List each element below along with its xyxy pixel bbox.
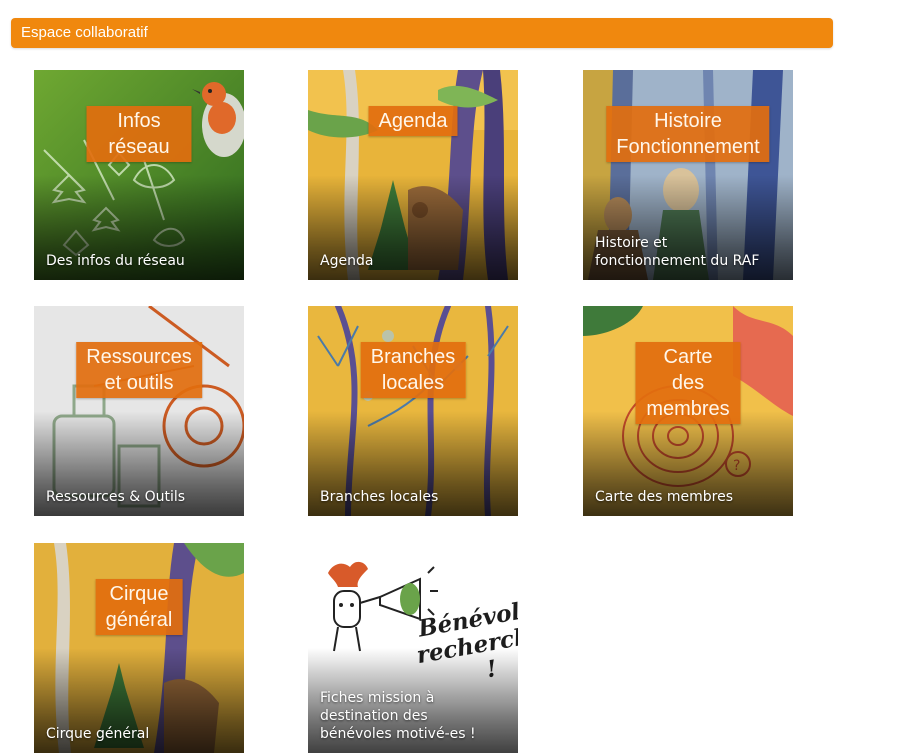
- tile-histoire-fonctionnement[interactable]: Histoire Fonctionnement Histoire et fonc…: [583, 70, 793, 280]
- section-title: Espace collaboratif: [21, 24, 148, 41]
- tile-infos-reseau[interactable]: Infos réseau Des infos du réseau: [34, 70, 244, 280]
- tile-caption: Des infos du réseau: [46, 253, 185, 269]
- section-header: Espace collaboratif: [11, 18, 833, 48]
- tile-badge: Branches locales: [360, 342, 466, 398]
- tile-cirque-general[interactable]: Cirque général Cirque général: [34, 543, 244, 753]
- tile-benevoles[interactable]: Bénévoles recherchés ! Fiches mission à …: [308, 543, 518, 753]
- tile-caption: Cirque général: [46, 726, 150, 742]
- tile-badge: Carte des membres: [635, 342, 741, 424]
- tile-caption: Ressources & Outils: [46, 489, 186, 505]
- tile-badge: Agenda: [368, 106, 458, 136]
- tile-caption: Fiches mission à destination des bénévol…: [320, 690, 476, 742]
- tile-caption: Branches locales: [320, 489, 439, 505]
- tile-branches-locales[interactable]: Branches locales Branches locales: [308, 306, 518, 516]
- tile-ressources-outils[interactable]: Ressources et outils Ressources & Outils: [34, 306, 244, 516]
- tile-badge: Cirque général: [95, 579, 183, 635]
- tile-agenda[interactable]: Agenda Agenda: [308, 70, 518, 280]
- tile-badge: Ressources et outils: [76, 342, 202, 398]
- tile-carte-membres[interactable]: ? Carte des membres Carte des membres: [583, 306, 793, 516]
- tile-badge: Infos réseau: [86, 106, 192, 162]
- tile-caption: Histoire et fonctionnement du RAF: [595, 235, 760, 269]
- tile-caption: Agenda: [320, 253, 374, 269]
- tile-badge: Histoire Fonctionnement: [606, 106, 770, 162]
- tile-caption: Carte des membres: [595, 489, 734, 505]
